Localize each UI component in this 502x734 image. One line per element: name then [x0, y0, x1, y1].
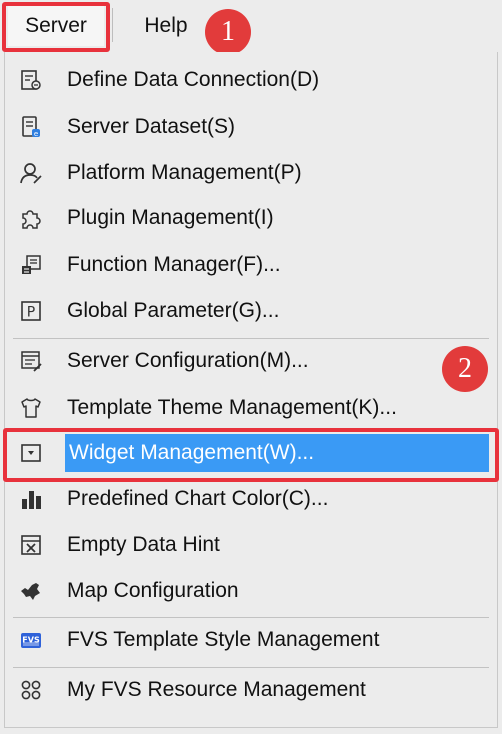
user-icon: [19, 161, 43, 185]
annotation-badge-2: 2: [442, 346, 488, 392]
menu-item-label: Define Data Connection(D): [67, 68, 320, 91]
bar-chart-icon: [19, 487, 43, 511]
svg-text:e: e: [34, 130, 38, 138]
menu-server[interactable]: Server: [8, 6, 104, 46]
menu-item-widget-management[interactable]: Widget Management(W)...: [5, 431, 497, 475]
server-dataset-icon: e: [19, 115, 43, 139]
data-connection-icon: [19, 68, 43, 92]
svg-text:FVS: FVS: [22, 636, 40, 645]
menu-item-label: Server Configuration(M)...: [67, 349, 309, 372]
puzzle-icon: [19, 206, 43, 230]
menu-item-label: Global Parameter(G)...: [67, 299, 280, 322]
menu-item-label: Platform Management(P): [67, 161, 302, 184]
menu-item-plugin-management[interactable]: Plugin Management(I): [5, 196, 497, 240]
shirt-icon: [19, 396, 43, 420]
menu-item-my-fvs-resource-management[interactable]: My FVS Resource Management: [5, 668, 497, 712]
widget-dropdown-icon: [19, 441, 43, 465]
menu-item-define-data-connection[interactable]: Define Data Connection(D): [5, 58, 497, 102]
menu-item-label: My FVS Resource Management: [67, 678, 366, 701]
menu-item-server-dataset[interactable]: e Server Dataset(S): [5, 105, 497, 149]
menu-item-label: Map Configuration: [67, 579, 239, 602]
server-dropdown-menu: Define Data Connection(D) e Server Datas…: [4, 52, 498, 728]
menu-item-label: Function Manager(F)...: [67, 253, 281, 276]
menu-item-function-manager[interactable]: Function Manager(F)...: [5, 243, 497, 287]
menu-item-label: FVS Template Style Management: [67, 628, 380, 651]
menu-item-label: Widget Management(W)...: [69, 441, 315, 464]
annotation-badge-1: 1: [205, 9, 251, 55]
menubar-divider: [112, 8, 113, 42]
svg-text:P: P: [27, 305, 35, 321]
map-icon: [19, 579, 43, 603]
menu-item-label: Predefined Chart Color(C)...: [67, 487, 329, 510]
resource-grid-icon: [19, 678, 43, 702]
function-icon: [19, 253, 43, 277]
configuration-icon: [19, 349, 43, 373]
menu-item-label: Empty Data Hint: [67, 533, 220, 556]
menu-bar: Server Help: [0, 0, 502, 52]
menu-item-label: Server Dataset(S): [67, 115, 236, 138]
menu-item-map-configuration[interactable]: Map Configuration: [5, 569, 497, 613]
menu-item-label: Template Theme Management(K)...: [67, 396, 397, 419]
fvs-icon: FVS: [19, 628, 43, 652]
parameter-p-icon: P: [19, 299, 43, 323]
menu-item-empty-data-hint[interactable]: Empty Data Hint: [5, 523, 497, 567]
menu-help[interactable]: Help: [118, 6, 214, 46]
empty-data-icon: [19, 533, 43, 557]
menu-item-predefined-chart-color[interactable]: Predefined Chart Color(C)...: [5, 477, 497, 521]
menu-item-server-configuration[interactable]: Server Configuration(M)...: [5, 339, 497, 383]
menu-item-fvs-template-style-management[interactable]: FVS FVS Template Style Management: [5, 618, 497, 662]
menu-item-label: Plugin Management(I): [67, 206, 274, 229]
menu-item-global-parameter[interactable]: P Global Parameter(G)...: [5, 289, 497, 333]
menu-item-platform-management[interactable]: Platform Management(P): [5, 151, 497, 195]
menu-item-template-theme-management[interactable]: Template Theme Management(K)...: [5, 386, 497, 430]
